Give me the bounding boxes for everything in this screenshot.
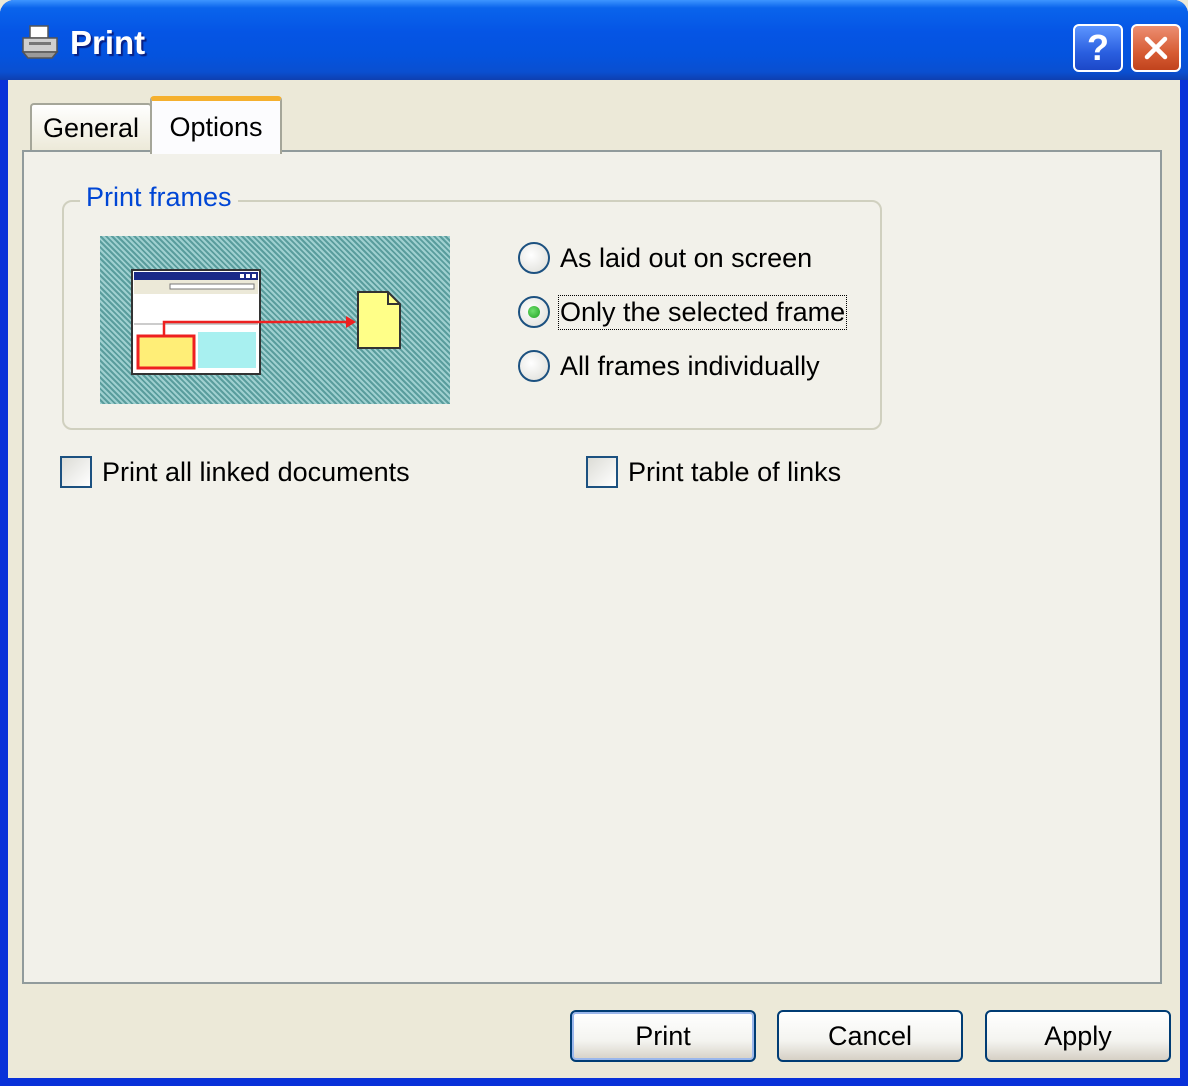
title-bar[interactable]: Print ? — [0, 0, 1188, 80]
close-button[interactable] — [1131, 24, 1181, 72]
printer-icon — [21, 25, 59, 59]
apply-button-label: Apply — [1044, 1020, 1112, 1051]
tab-general[interactable]: General — [30, 103, 152, 151]
tab-general-label: General — [42, 112, 140, 143]
help-icon: ? — [1087, 27, 1109, 68]
radio-as-laid-out[interactable]: As laid out on screen — [518, 242, 812, 274]
help-button[interactable]: ? — [1073, 24, 1123, 72]
tab-options[interactable]: Options — [150, 96, 282, 154]
print-linked-documents-label: Print all linked documents — [102, 456, 410, 487]
radio-button-icon[interactable] — [518, 350, 550, 382]
cancel-button[interactable]: Cancel — [777, 1010, 963, 1062]
radio-only-selected-frame-label: Only the selected frame — [557, 294, 848, 330]
tab-options-label: Options — [169, 112, 263, 142]
checkbox-print-linked-documents[interactable]: Print all linked documents — [60, 456, 410, 488]
radio-button-icon[interactable] — [518, 242, 550, 274]
print-frames-group: Print frames As laid out on screen Only … — [62, 182, 882, 430]
print-frames-label: Print frames — [80, 182, 238, 213]
checkbox-print-table-of-links[interactable]: Print table of links — [586, 456, 841, 488]
checkbox-box[interactable] — [60, 456, 92, 488]
window-title: Print — [70, 24, 146, 61]
checkbox-box[interactable] — [586, 456, 618, 488]
frames-preview-illustration — [131, 269, 401, 375]
print-button[interactable]: Print — [570, 1010, 756, 1062]
radio-as-laid-out-label: As laid out on screen — [560, 242, 813, 273]
radio-all-frames-label: All frames individually — [560, 350, 820, 381]
options-panel: Print frames As laid out on screen Only … — [22, 150, 1162, 984]
radio-button-selected-icon[interactable] — [518, 296, 550, 328]
close-icon — [1144, 36, 1168, 60]
radio-all-frames-individually[interactable]: All frames individually — [518, 350, 820, 382]
radio-only-selected-frame[interactable]: Only the selected frame — [518, 294, 848, 330]
apply-button[interactable]: Apply — [985, 1010, 1171, 1062]
cancel-button-label: Cancel — [827, 1020, 913, 1051]
print-button-label: Print — [635, 1020, 691, 1051]
frames-preview-image — [100, 236, 450, 404]
print-table-of-links-label: Print table of links — [628, 456, 842, 487]
radio-dot-icon — [528, 306, 540, 318]
